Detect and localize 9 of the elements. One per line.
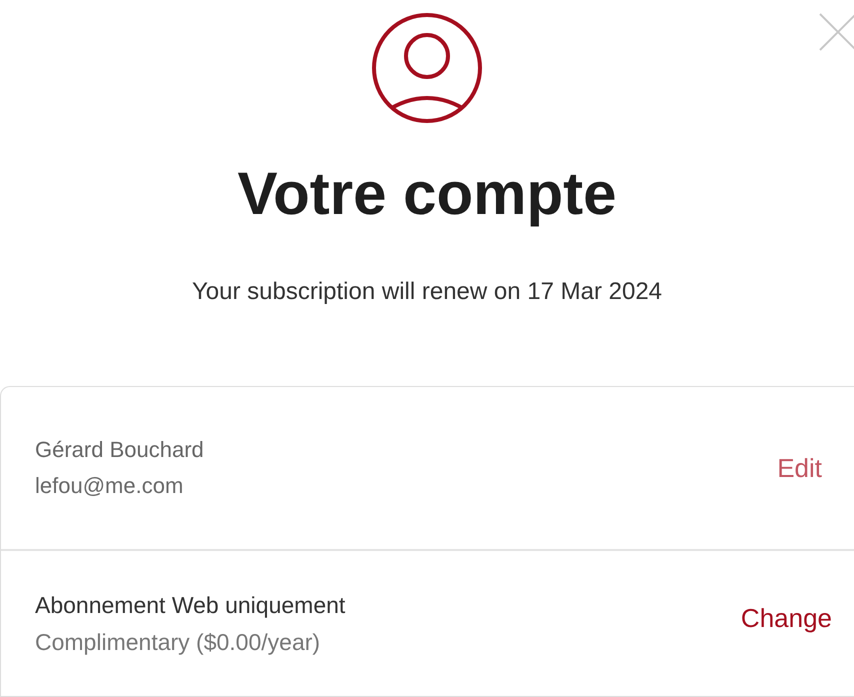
renewal-text: Your subscription will renew on 17 Mar 2024 bbox=[192, 278, 662, 306]
user-icon bbox=[371, 12, 483, 124]
plan-price: Complimentary ($0.00/year) bbox=[35, 628, 322, 656]
change-link[interactable]: Change bbox=[740, 603, 832, 634]
account-name: Gérard Bouchard bbox=[35, 437, 204, 463]
edit-link[interactable]: Edit bbox=[777, 452, 822, 484]
page-title: Votre compte bbox=[238, 164, 616, 224]
account-email: lefou@me.com bbox=[35, 473, 184, 499]
plan-name: Abonnement Web uniquement bbox=[35, 592, 346, 618]
